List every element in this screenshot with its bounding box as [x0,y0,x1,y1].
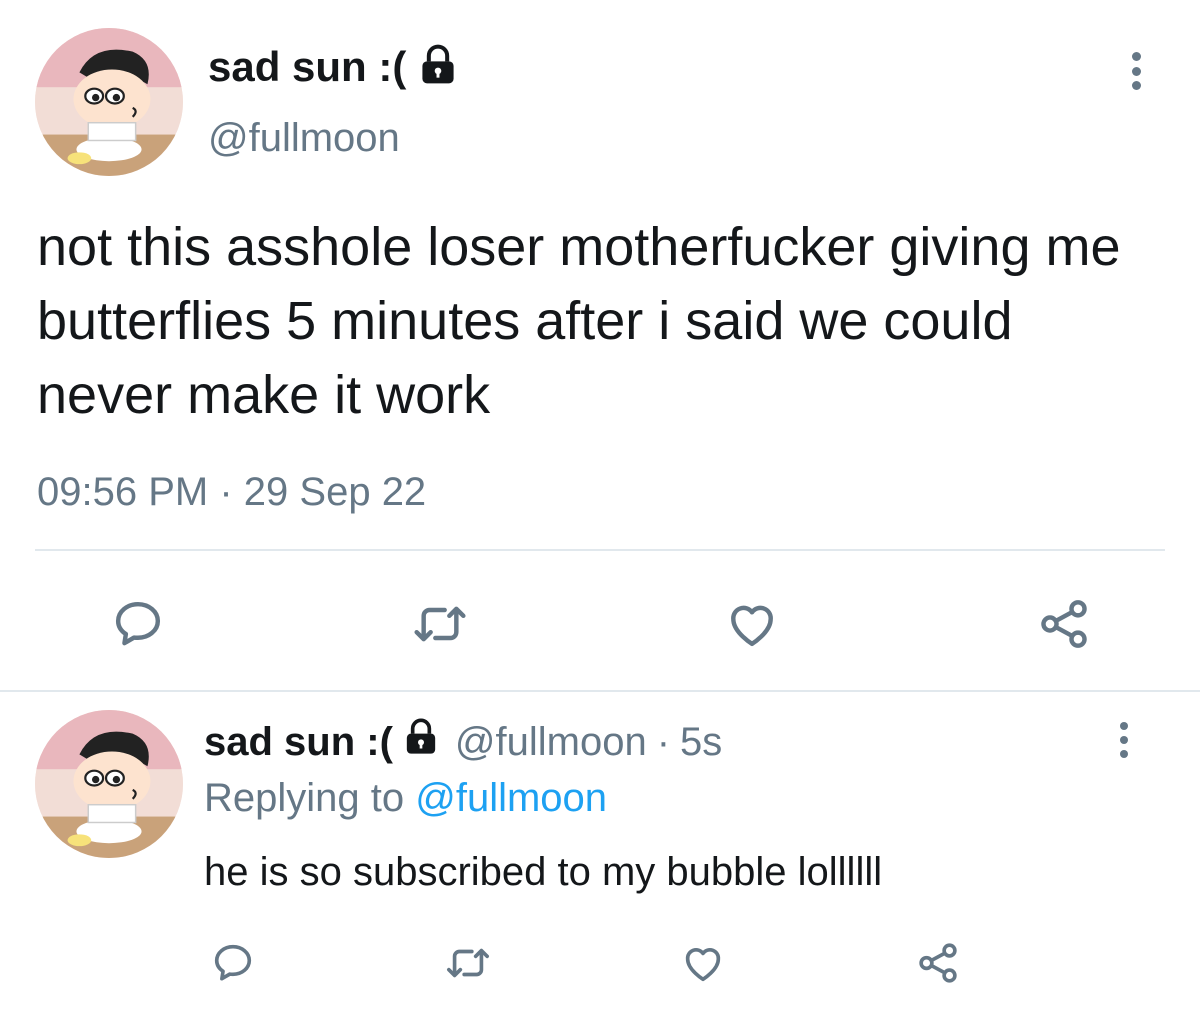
tweet-date: 29 Sep 22 [243,470,427,514]
section-divider [0,690,1200,692]
retweet-icon [447,948,489,978]
reply-icon [115,601,161,646]
avatar[interactable] [35,28,183,176]
reply-more-vertical-icon[interactable] [1118,722,1130,758]
reply-avatar[interactable] [35,710,183,858]
reply-reply-button[interactable] [210,940,256,986]
replying-to-handle[interactable]: @fullmoon [415,776,607,820]
reply-age: 5s [680,719,723,764]
reply-separator: · [656,719,671,764]
heart-icon [731,605,773,647]
like-button[interactable] [724,596,780,652]
share-icon [1041,600,1087,648]
reply-display-name[interactable]: sad sun :( [204,720,393,765]
reply-button[interactable] [110,596,166,652]
tweet-text: not this asshole loser motherfucker givi… [37,217,1121,425]
retweet-icon [414,606,466,642]
display-name[interactable]: sad sun :( [208,43,406,91]
reply-handle[interactable]: @fullmoon [455,720,647,765]
tweet-time: 09:56 PM [37,470,209,514]
share-button[interactable] [1036,596,1092,652]
lock-icon [401,717,441,767]
timestamp: 09:56 PM · 29 Sep 22 [37,470,426,515]
divider [35,549,1165,551]
timestamp-separator: · [219,470,233,514]
retweet-button[interactable] [412,596,468,652]
share-icon [919,943,957,983]
replying-to-label: Replying to [204,776,405,820]
reply-retweet-button[interactable] [445,940,491,986]
reply-share-button[interactable] [915,940,961,986]
reply-icon [214,944,252,981]
handle[interactable]: @fullmoon [208,116,400,161]
lock-icon [416,43,460,92]
reply-text: he is so subscribed to my bubble lolllll… [204,850,883,894]
heart-icon [685,947,721,982]
more-vertical-icon[interactable] [1130,52,1142,90]
reply-like-button[interactable] [680,940,726,986]
replying-to: Replying to @fullmoon [204,776,607,821]
